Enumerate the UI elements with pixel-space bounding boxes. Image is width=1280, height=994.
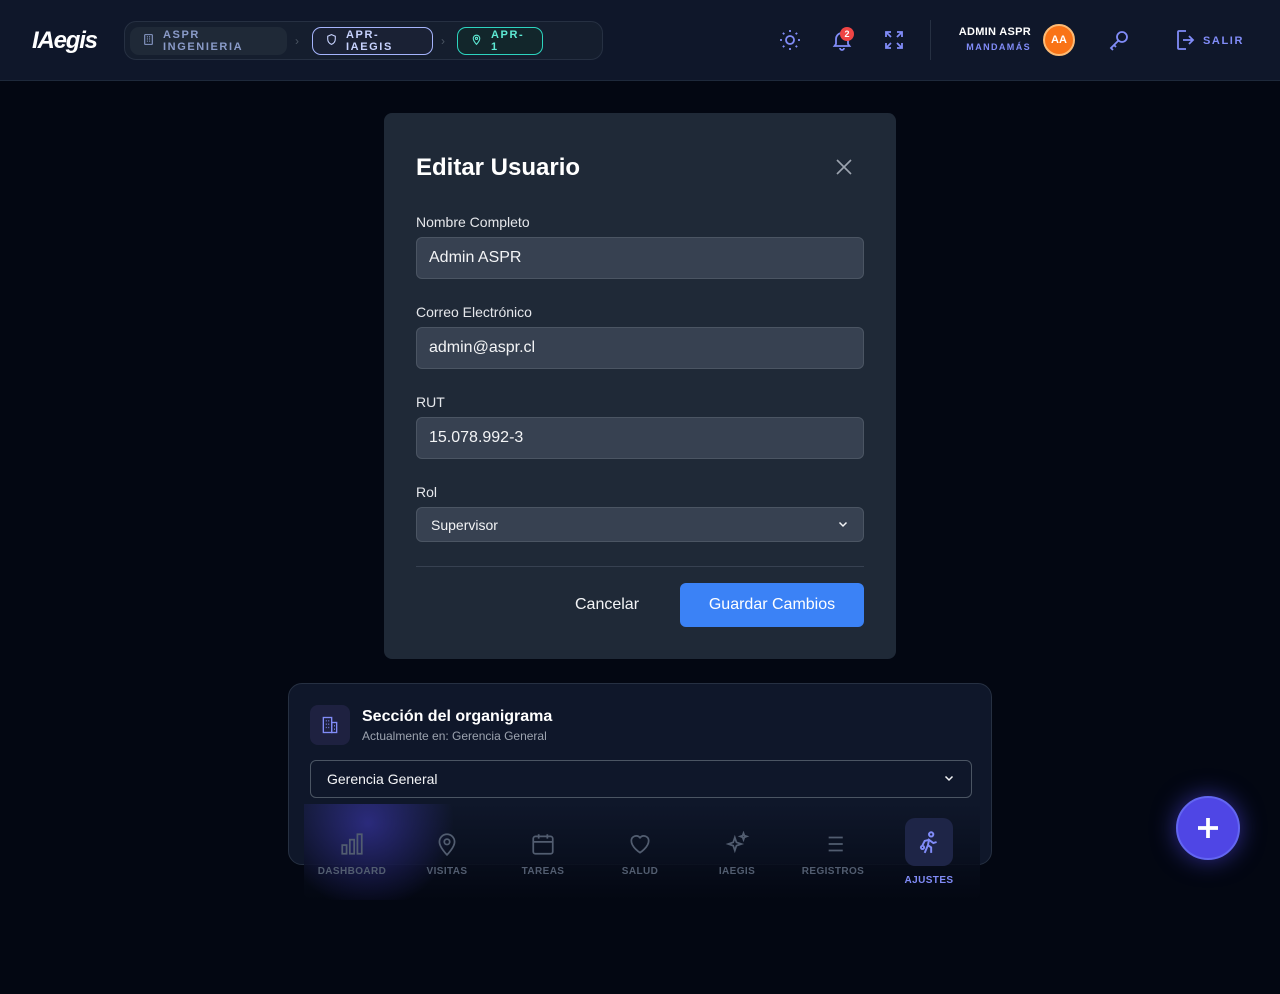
nav-label: REGISTROS xyxy=(801,866,865,877)
rut-label: RUT xyxy=(416,394,445,410)
role-select[interactable]: Supervisor xyxy=(416,507,864,542)
chevron-down-icon xyxy=(837,517,849,533)
theme-toggle-sun-icon[interactable] xyxy=(778,28,802,52)
close-icon[interactable] xyxy=(832,155,856,179)
plus-icon xyxy=(1198,818,1218,838)
nav-label: SALUD xyxy=(621,866,659,877)
building-icon xyxy=(142,33,155,49)
org-section-title: Sección del organigrama xyxy=(362,708,553,725)
role-label: Rol xyxy=(416,484,438,500)
nav-item-ajustes[interactable]: AJUSTES xyxy=(881,804,977,900)
role-select-value: Supervisor xyxy=(431,516,498,533)
bottom-nav: DASHBOARD VISITAS TAREAS SALUD IAEGIS RE… xyxy=(304,804,980,900)
org-select-value: Gerencia General xyxy=(327,771,438,787)
nav-item-visitas[interactable]: VISITAS xyxy=(399,804,495,900)
nav-active-box xyxy=(905,818,953,866)
email-label: Correo Electrónico xyxy=(416,304,532,320)
top-bar: IAegis ASPR INGENIERIA › APR-IAEGIS › AP… xyxy=(0,0,1280,81)
sparkles-icon xyxy=(725,831,750,854)
name-label: Nombre Completo xyxy=(416,214,530,230)
map-pin-icon xyxy=(438,833,456,857)
nav-label: VISITAS xyxy=(426,866,468,877)
nav-label: DASHBOARD xyxy=(317,866,387,877)
avatar[interactable]: AA xyxy=(1043,24,1075,56)
cancel-button[interactable]: Cancelar xyxy=(560,583,654,627)
key-icon[interactable] xyxy=(1107,28,1131,52)
list-icon xyxy=(823,836,843,852)
nav-item-iaegis[interactable]: IAEGIS xyxy=(689,804,785,900)
nav-item-salud[interactable]: SALUD xyxy=(592,804,688,900)
breadcrumb: ASPR INGENIERIA › APR-IAEGIS › APR-1 xyxy=(124,21,603,60)
map-pin-icon xyxy=(470,33,483,49)
breadcrumb-item-site[interactable]: APR-1 xyxy=(457,27,543,55)
bar-chart-icon xyxy=(341,833,363,855)
logout-button[interactable]: SALIR xyxy=(1203,35,1244,47)
app-logo[interactable]: IAegis xyxy=(32,27,98,55)
save-button[interactable]: Guardar Cambios xyxy=(680,583,864,627)
edit-user-modal: Editar Usuario Nombre Completo Correo El… xyxy=(384,113,896,659)
shield-icon xyxy=(325,33,338,49)
org-building-icon xyxy=(310,705,350,745)
org-section-subtitle: Actualmente en: Gerencia General xyxy=(362,729,547,743)
breadcrumb-item-company[interactable]: ASPR INGENIERIA xyxy=(130,27,287,55)
breadcrumb-item-project[interactable]: APR-IAEGIS xyxy=(312,27,433,55)
name-input[interactable] xyxy=(416,237,864,279)
user-role: MANDAMÁS xyxy=(966,42,1031,52)
nav-item-dashboard[interactable]: DASHBOARD xyxy=(304,804,400,900)
chevron-right-icon: › xyxy=(441,34,445,48)
nav-label: AJUSTES xyxy=(904,875,954,886)
rut-input[interactable] xyxy=(416,417,864,459)
nav-label: TAREAS xyxy=(521,866,565,877)
chevron-down-icon xyxy=(943,771,955,787)
breadcrumb-label: ASPR INGENIERIA xyxy=(163,29,244,53)
email-input[interactable] xyxy=(416,327,864,369)
heart-icon xyxy=(630,835,650,854)
breadcrumb-label: APR-IAEGIS xyxy=(346,29,393,53)
nav-item-tareas[interactable]: TAREAS xyxy=(495,804,591,900)
calendar-icon xyxy=(532,834,554,855)
org-section-select[interactable]: Gerencia General xyxy=(310,760,972,798)
user-name: ADMIN ASPR xyxy=(958,26,1031,38)
chevron-right-icon: › xyxy=(295,34,299,48)
modal-title: Editar Usuario xyxy=(416,154,581,181)
logout-icon[interactable] xyxy=(1172,28,1196,52)
nav-item-registros[interactable]: REGISTROS xyxy=(785,804,881,900)
fullscreen-icon[interactable] xyxy=(882,28,906,52)
add-fab-button[interactable] xyxy=(1176,796,1240,860)
modal-footer-divider xyxy=(416,566,864,567)
nav-label: IAEGIS xyxy=(718,866,756,877)
breadcrumb-label: APR-1 xyxy=(491,29,525,53)
settings-person-icon xyxy=(919,831,937,854)
notification-badge: 2 xyxy=(840,27,854,41)
